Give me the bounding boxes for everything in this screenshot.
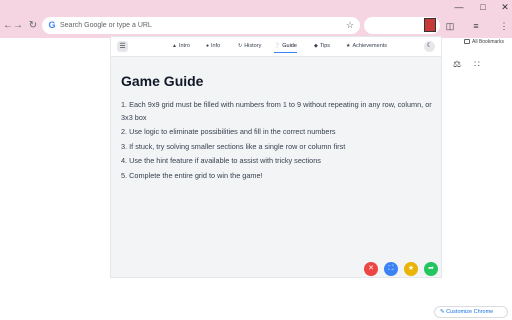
tab-guide[interactable]: ❔ Guide xyxy=(274,42,297,53)
pencil-icon: ✎ xyxy=(440,309,445,315)
tab-tips-label: Tips xyxy=(319,43,331,49)
menu-dots-icon[interactable]: ⋮ xyxy=(498,20,510,32)
info-icon: ● xyxy=(206,43,210,49)
all-bookmarks-label: All Bookmarks xyxy=(472,39,504,45)
all-bookmarks[interactable]: All Bookmarks xyxy=(464,38,504,46)
apps-grid-icon[interactable]: ∷ xyxy=(474,59,480,70)
extensions-icon[interactable]: ◫ xyxy=(444,20,456,32)
page-title: Game Guide xyxy=(121,73,204,89)
tab-achievements[interactable]: ★ Achievements xyxy=(346,42,387,53)
share-fab-button[interactable]: ➦ xyxy=(424,262,438,276)
tab-info-label: Info xyxy=(211,43,221,49)
close-window-icon[interactable]: ✕ xyxy=(498,1,512,13)
reading-list-icon[interactable]: ≡ xyxy=(470,20,482,32)
omnibox-placeholder[interactable]: Search Google or type a URL xyxy=(60,20,152,31)
tab-history[interactable]: ↻ History xyxy=(238,42,261,53)
hamburger-menu-button[interactable]: ☰ xyxy=(117,41,128,52)
omnibox[interactable]: G Search Google or type a URL ☆ xyxy=(42,17,360,34)
tab-tips[interactable]: ◆ Tips xyxy=(314,42,330,53)
customize-chrome-label: Customize Chrome xyxy=(446,309,494,315)
rocket-icon: ▲ xyxy=(172,43,177,49)
close-fab-button[interactable]: ✕ xyxy=(364,262,378,276)
tab-info[interactable]: ● Info xyxy=(206,42,220,53)
tab-guide-label: Guide xyxy=(282,43,297,49)
list-item: 1. Each 9x9 grid must be filled with num… xyxy=(121,100,432,122)
google-icon: G xyxy=(48,20,56,30)
lightbulb-icon: ◆ xyxy=(314,43,318,49)
game-panel: ☰ ▲ Intro ● Info ↻ History ❔ Guide ◆ Tips ★ Ac… xyxy=(110,36,442,278)
tab-intro[interactable]: ▲ Intro xyxy=(172,42,190,53)
reload-icon[interactable]: ↻ xyxy=(27,20,39,32)
guide-list: 1. Each 9x9 grid must be filled with num… xyxy=(121,99,437,184)
folder-icon xyxy=(464,39,470,45)
tab-achievements-label: Achievements xyxy=(352,43,388,49)
tab-history-label: History xyxy=(244,43,262,49)
title-bar xyxy=(0,0,512,14)
list-item: 5. Complete the entire grid to win the g… xyxy=(121,170,263,180)
profile-avatar[interactable] xyxy=(424,18,436,32)
dark-mode-toggle[interactable]: ☾ xyxy=(424,41,435,52)
maximize-icon[interactable]: □ xyxy=(476,1,490,13)
tab-intro-label: Intro xyxy=(178,43,190,49)
game-nav: ☰ ▲ Intro ● Info ↻ History ❔ Guide ◆ Tips ★ Ac… xyxy=(111,37,441,57)
minimize-icon[interactable]: — xyxy=(452,1,466,13)
favorite-fab-button[interactable]: ★ xyxy=(404,262,418,276)
forward-icon[interactable]: → xyxy=(12,20,24,32)
customize-chrome-button[interactable]: ✎ Customize Chrome xyxy=(434,306,508,318)
history-icon: ↻ xyxy=(238,43,243,49)
fullscreen-fab-button[interactable]: ⛶ xyxy=(384,262,398,276)
question-icon: ❔ xyxy=(274,43,281,49)
list-item: 2. Use logic to eliminate possibilities … xyxy=(121,127,336,136)
trophy-icon: ★ xyxy=(346,43,351,49)
list-item: 3. If stuck, try solving smaller section… xyxy=(121,141,346,151)
bookmark-star-icon[interactable]: ☆ xyxy=(346,19,354,31)
list-item: 4. Use the hint feature if available to … xyxy=(121,156,321,165)
lab-flask-icon[interactable]: ⚖ xyxy=(453,59,461,70)
